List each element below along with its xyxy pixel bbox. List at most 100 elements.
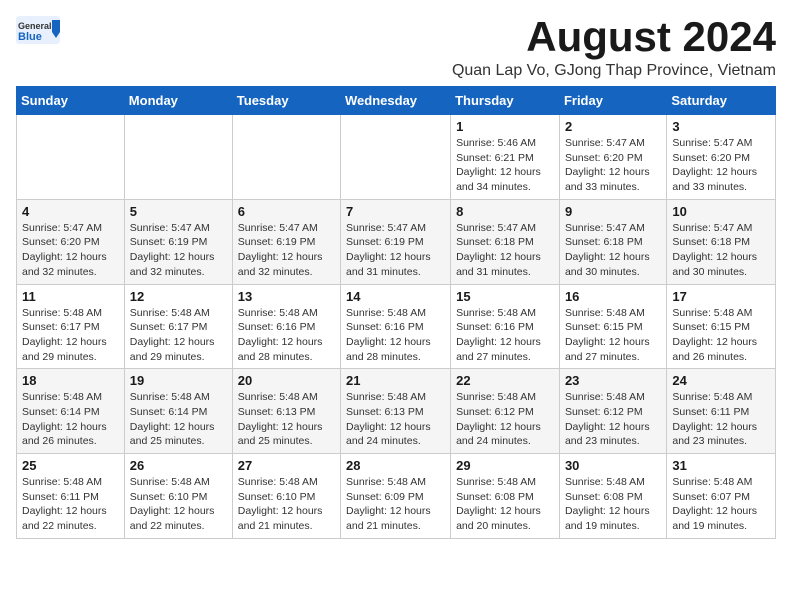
calendar-cell: 8 Sunrise: 5:47 AMSunset: 6:18 PMDaylight… [451,199,560,284]
calendar-cell: 26Sunrise: 5:48 AMSunset: 6:10 PMDayligh… [124,454,232,539]
day-number: 2 [565,119,661,134]
calendar-cell: 6 Sunrise: 5:47 AMSunset: 6:19 PMDaylight… [232,199,340,284]
cell-info: Sunrise: 5:47 AMSunset: 6:20 PMDaylight:… [672,136,770,195]
cell-info: Sunrise: 5:48 AMSunset: 6:16 PMDaylight:… [456,306,554,365]
cell-info: Sunrise: 5:46 AMSunset: 6:21 PMDaylight:… [456,136,554,195]
calendar-cell [341,115,451,200]
weekday-header-row: SundayMondayTuesdayWednesdayThursdayFrid… [17,87,776,115]
cell-info: Sunrise: 5:47 AMSunset: 6:19 PMDaylight:… [130,221,227,280]
cell-info: Sunrise: 5:47 AMSunset: 6:19 PMDaylight:… [346,221,445,280]
day-number: 27 [238,458,335,473]
location-subtitle: Quan Lap Vo, GJong Thap Province, Vietna… [452,62,776,80]
weekday-header-thursday: Thursday [451,87,560,115]
day-number: 31 [672,458,770,473]
calendar-week-row: 25 Sunrise: 5:48 AMSunset: 6:11 PMDayligh… [17,454,776,539]
calendar-cell: 2 Sunrise: 5:47 AMSunset: 6:20 PMDaylight… [559,115,666,200]
cell-info: Sunrise: 5:48 AMSunset: 6:17 PMDaylight:… [22,306,119,365]
day-number: 28 [346,458,445,473]
calendar-cell [232,115,340,200]
day-number: 20 [238,373,335,388]
day-number: 17 [672,289,770,304]
weekday-header-monday: Monday [124,87,232,115]
calendar-week-row: 11 Sunrise: 5:48 AMSunset: 6:17 PMDayligh… [17,284,776,369]
cell-info: Sunrise: 5:48 AMSunset: 6:07 PMDaylight:… [672,475,770,534]
day-number: 30 [565,458,661,473]
calendar-cell: 24Sunrise: 5:48 AMSunset: 6:11 PMDayligh… [667,369,776,454]
day-number: 12 [130,289,227,304]
calendar-table: SundayMondayTuesdayWednesdayThursdayFrid… [16,86,776,539]
weekday-header-saturday: Saturday [667,87,776,115]
day-number: 29 [456,458,554,473]
cell-info: Sunrise: 5:47 AMSunset: 6:19 PMDaylight:… [238,221,335,280]
day-number: 11 [22,289,119,304]
calendar-cell: 27Sunrise: 5:48 AMSunset: 6:10 PMDayligh… [232,454,340,539]
calendar-cell: 28 Sunrise: 5:48 AMSunset: 6:09 PMDayligh… [341,454,451,539]
calendar-cell: 3 Sunrise: 5:47 AMSunset: 6:20 PMDaylight… [667,115,776,200]
calendar-week-row: 4 Sunrise: 5:47 AMSunset: 6:20 PMDaylight… [17,199,776,284]
day-number: 13 [238,289,335,304]
day-number: 7 [346,204,445,219]
calendar-cell: 18 Sunrise: 5:48 AMSunset: 6:14 PMDayligh… [17,369,125,454]
calendar-title-area: August 2024 Quan Lap Vo, GJong Thap Prov… [452,16,776,80]
cell-info: Sunrise: 5:47 AMSunset: 6:20 PMDaylight:… [565,136,661,195]
calendar-cell: 23Sunrise: 5:48 AMSunset: 6:12 PMDayligh… [559,369,666,454]
calendar-cell: 14 Sunrise: 5:48 AMSunset: 6:16 PMDayligh… [341,284,451,369]
cell-info: Sunrise: 5:48 AMSunset: 6:11 PMDaylight:… [672,390,770,449]
calendar-cell: 29 Sunrise: 5:48 AMSunset: 6:08 PMDayligh… [451,454,560,539]
calendar-cell: 21 Sunrise: 5:48 AMSunset: 6:13 PMDayligh… [341,369,451,454]
cell-info: Sunrise: 5:48 AMSunset: 6:13 PMDaylight:… [346,390,445,449]
calendar-cell: 13 Sunrise: 5:48 AMSunset: 6:16 PMDayligh… [232,284,340,369]
calendar-week-row: 18 Sunrise: 5:48 AMSunset: 6:14 PMDayligh… [17,369,776,454]
cell-info: Sunrise: 5:48 AMSunset: 6:15 PMDaylight:… [672,306,770,365]
calendar-cell: 19Sunrise: 5:48 AMSunset: 6:14 PMDayligh… [124,369,232,454]
calendar-cell: 9Sunrise: 5:47 AMSunset: 6:18 PMDaylight… [559,199,666,284]
cell-info: Sunrise: 5:48 AMSunset: 6:10 PMDaylight:… [130,475,227,534]
calendar-cell: 20 Sunrise: 5:48 AMSunset: 6:13 PMDayligh… [232,369,340,454]
page-header: General Blue August 2024 Quan Lap Vo, GJ… [16,16,776,80]
day-number: 14 [346,289,445,304]
day-number: 18 [22,373,119,388]
calendar-cell: 30Sunrise: 5:48 AMSunset: 6:08 PMDayligh… [559,454,666,539]
cell-info: Sunrise: 5:47 AMSunset: 6:18 PMDaylight:… [672,221,770,280]
cell-info: Sunrise: 5:48 AMSunset: 6:16 PMDaylight:… [238,306,335,365]
day-number: 4 [22,204,119,219]
cell-info: Sunrise: 5:48 AMSunset: 6:11 PMDaylight:… [22,475,119,534]
calendar-cell [124,115,232,200]
cell-info: Sunrise: 5:48 AMSunset: 6:09 PMDaylight:… [346,475,445,534]
calendar-cell: 22Sunrise: 5:48 AMSunset: 6:12 PMDayligh… [451,369,560,454]
day-number: 22 [456,373,554,388]
cell-info: Sunrise: 5:48 AMSunset: 6:12 PMDaylight:… [565,390,661,449]
day-number: 25 [22,458,119,473]
day-number: 16 [565,289,661,304]
calendar-cell: 4 Sunrise: 5:47 AMSunset: 6:20 PMDaylight… [17,199,125,284]
cell-info: Sunrise: 5:47 AMSunset: 6:20 PMDaylight:… [22,221,119,280]
cell-info: Sunrise: 5:47 AMSunset: 6:18 PMDaylight:… [565,221,661,280]
calendar-cell: 11 Sunrise: 5:48 AMSunset: 6:17 PMDayligh… [17,284,125,369]
day-number: 1 [456,119,554,134]
cell-info: Sunrise: 5:48 AMSunset: 6:16 PMDaylight:… [346,306,445,365]
day-number: 3 [672,119,770,134]
weekday-header-friday: Friday [559,87,666,115]
cell-info: Sunrise: 5:48 AMSunset: 6:13 PMDaylight:… [238,390,335,449]
weekday-header-tuesday: Tuesday [232,87,340,115]
calendar-cell: 17 Sunrise: 5:48 AMSunset: 6:15 PMDayligh… [667,284,776,369]
calendar-cell: 1 Sunrise: 5:46 AMSunset: 6:21 PMDaylight… [451,115,560,200]
day-number: 10 [672,204,770,219]
day-number: 15 [456,289,554,304]
cell-info: Sunrise: 5:48 AMSunset: 6:08 PMDaylight:… [456,475,554,534]
calendar-cell: 25 Sunrise: 5:48 AMSunset: 6:11 PMDayligh… [17,454,125,539]
day-number: 21 [346,373,445,388]
cell-info: Sunrise: 5:47 AMSunset: 6:18 PMDaylight:… [456,221,554,280]
weekday-header-sunday: Sunday [17,87,125,115]
cell-info: Sunrise: 5:48 AMSunset: 6:15 PMDaylight:… [565,306,661,365]
cell-info: Sunrise: 5:48 AMSunset: 6:14 PMDaylight:… [22,390,119,449]
calendar-cell: 15 Sunrise: 5:48 AMSunset: 6:16 PMDayligh… [451,284,560,369]
day-number: 6 [238,204,335,219]
calendar-week-row: 1 Sunrise: 5:46 AMSunset: 6:21 PMDaylight… [17,115,776,200]
svg-text:General: General [18,21,52,31]
calendar-cell [17,115,125,200]
month-title: August 2024 [452,16,776,58]
day-number: 8 [456,204,554,219]
svg-text:Blue: Blue [18,31,42,43]
calendar-cell: 10 Sunrise: 5:47 AMSunset: 6:18 PMDayligh… [667,199,776,284]
